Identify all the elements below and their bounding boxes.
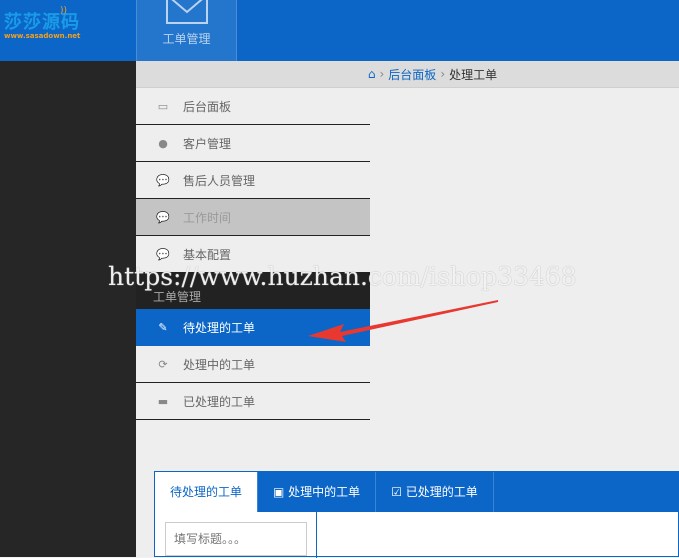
title-search-input[interactable] bbox=[165, 522, 307, 556]
topnav-label: 工单管理 bbox=[162, 32, 211, 46]
briefcase-icon: ▬ bbox=[157, 394, 169, 408]
tab-label: 待处理的工单 bbox=[170, 485, 243, 499]
menu-label: 基本配置 bbox=[183, 247, 232, 262]
breadcrumb-dashboard[interactable]: 后台面板 bbox=[388, 66, 436, 83]
menu-item-settings[interactable]: 💬 基本配置 bbox=[136, 236, 370, 273]
refresh-icon: ⟳ bbox=[158, 357, 168, 371]
logo[interactable]: )) 莎莎源码 www.sasadown.net bbox=[4, 6, 84, 44]
logo-url: www.sasadown.net bbox=[4, 32, 81, 40]
breadcrumb-current: 处理工单 bbox=[449, 67, 498, 82]
envelope-icon bbox=[165, 0, 208, 24]
tab-content bbox=[155, 512, 317, 558]
menu-label: 待处理的工单 bbox=[183, 321, 256, 335]
side-menu: ▭ 后台面板 ● 客户管理 💬 售后人员管理 💬 工作时间 💬 基本配置 工单管理 ✎ 待处… bbox=[136, 88, 370, 420]
menu-label: 工作时间 bbox=[183, 210, 232, 225]
tab-processed[interactable]: ☑ 已处理的工单 bbox=[376, 472, 494, 512]
comments-icon: 💬 bbox=[156, 210, 170, 224]
comments-icon: 💬 bbox=[156, 247, 170, 261]
breadcrumb: ⌂ › 后台面板 › 处理工单 bbox=[136, 61, 679, 88]
menu-item-customers[interactable]: ● 客户管理 bbox=[136, 125, 370, 162]
menu-label: 处理中的工单 bbox=[183, 357, 256, 372]
pencil-icon: ✎ bbox=[158, 321, 168, 334]
topnav-ticket-management[interactable]: 工单管理 bbox=[136, 0, 237, 61]
comments-icon: 💬 bbox=[156, 173, 170, 187]
menu-item-staff[interactable]: 💬 售后人员管理 bbox=[136, 162, 370, 199]
inbox-icon: ▣ bbox=[273, 485, 289, 499]
tab-label: 处理中的工单 bbox=[288, 485, 361, 499]
menu-label: 客户管理 bbox=[183, 136, 232, 151]
ticket-tabs: 待处理的工单 ▣ 处理中的工单 ☑ 已处理的工单 bbox=[155, 472, 678, 512]
tab-pending[interactable]: 待处理的工单 bbox=[155, 472, 259, 512]
red-arrow-annotation bbox=[308, 300, 498, 342]
tab-label: 已处理的工单 bbox=[405, 485, 478, 499]
menu-item-work-hours[interactable]: 💬 工作时间 bbox=[136, 199, 370, 236]
edit-icon: ☑ bbox=[391, 485, 406, 499]
menu-item-processed[interactable]: ▬ 已处理的工单 bbox=[136, 383, 370, 420]
menu-label: 售后人员管理 bbox=[183, 173, 256, 188]
user-icon: ● bbox=[158, 136, 168, 150]
menu-label: 后台面板 bbox=[183, 99, 232, 114]
tab-processing[interactable]: ▣ 处理中的工单 bbox=[258, 472, 377, 512]
menu-item-dashboard[interactable]: ▭ 后台面板 bbox=[136, 88, 370, 125]
laptop-icon: ▭ bbox=[157, 99, 169, 113]
menu-item-processing[interactable]: ⟳ 处理中的工单 bbox=[136, 346, 370, 383]
top-bar: )) 莎莎源码 www.sasadown.net 工单管理 bbox=[0, 0, 679, 61]
home-icon[interactable]: ⌂ bbox=[368, 67, 376, 81]
left-sidebar-bg bbox=[0, 61, 136, 557]
tickets-panel: 待处理的工单 ▣ 处理中的工单 ☑ 已处理的工单 bbox=[154, 471, 679, 558]
menu-label: 已处理的工单 bbox=[183, 394, 256, 409]
wifi-icon: )) bbox=[60, 6, 68, 16]
logo-name: 莎莎源码 bbox=[4, 12, 80, 33]
